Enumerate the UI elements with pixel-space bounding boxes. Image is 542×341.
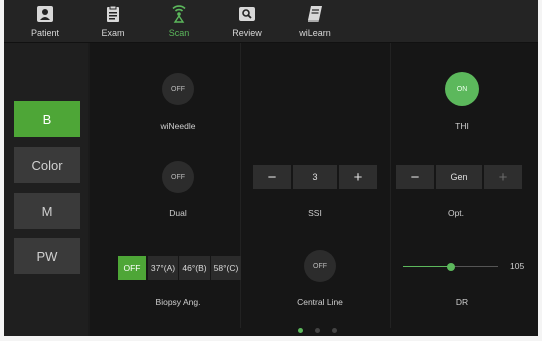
nav-scan[interactable]: Scan xyxy=(144,0,214,42)
ssi-stepper: − 3 + xyxy=(253,165,377,189)
dr-label: DR xyxy=(455,297,469,307)
column-divider xyxy=(240,43,241,328)
opt-decrease-button[interactable]: − xyxy=(396,165,434,189)
central-line-label: Central Line xyxy=(297,297,343,307)
top-navigation: Patient Exam Scan Review wiLearn xyxy=(4,0,538,43)
biopsy-option-b[interactable]: 46°(B) xyxy=(179,256,210,280)
dr-slider[interactable] xyxy=(403,259,498,275)
thi-toggle[interactable]: ON xyxy=(445,72,479,106)
nav-label: Exam xyxy=(101,28,125,38)
slider-thumb[interactable] xyxy=(446,263,455,271)
central-line-toggle[interactable]: OFF xyxy=(304,250,336,282)
opt-value: Gen xyxy=(436,165,482,189)
mode-m-button[interactable]: M xyxy=(14,193,80,229)
nav-label: Review xyxy=(232,28,262,38)
nav-label: Patient xyxy=(30,28,60,38)
column-divider xyxy=(390,43,391,328)
wineedle-label: wiNeedle xyxy=(160,121,196,131)
biopsy-angle-label: Biopsy Ang. xyxy=(155,297,201,307)
nav-label: wiLearn xyxy=(299,28,331,38)
dual-toggle[interactable]: OFF xyxy=(162,161,194,193)
nav-exam[interactable]: Exam xyxy=(78,0,148,42)
ssi-increase-button[interactable]: + xyxy=(339,165,377,189)
page-indicator xyxy=(298,328,348,334)
scan-controls-panel: OFF wiNeedle ON THI OFF Dual − 3 + SSI −… xyxy=(90,43,538,336)
opt-label: Opt. xyxy=(447,208,465,218)
ssi-value: 3 xyxy=(293,165,337,189)
wineedle-toggle[interactable]: OFF xyxy=(162,73,194,105)
nav-review[interactable]: Review xyxy=(212,0,282,42)
slider-fill xyxy=(403,266,451,267)
exam-icon xyxy=(107,5,119,22)
review-icon xyxy=(239,7,255,21)
page-dot[interactable] xyxy=(298,328,303,333)
patient-icon xyxy=(37,6,53,22)
scan-icon xyxy=(172,5,186,23)
biopsy-option-off[interactable]: OFF xyxy=(118,256,146,280)
thi-label: THI xyxy=(455,121,469,131)
dr-value: 105 xyxy=(510,261,525,271)
dual-label: Dual xyxy=(169,208,187,218)
ssi-decrease-button[interactable]: − xyxy=(253,165,291,189)
mode-pw-button[interactable]: PW xyxy=(14,238,80,274)
nav-wilearn[interactable]: wiLearn xyxy=(280,0,350,42)
book-icon xyxy=(308,6,322,22)
app-frame: Patient Exam Scan Review wiLearn B Color… xyxy=(4,0,538,336)
ssi-label: SSI xyxy=(308,208,322,218)
nav-patient[interactable]: Patient xyxy=(10,0,80,42)
page-dot[interactable] xyxy=(332,328,337,333)
biopsy-option-a[interactable]: 37°(A) xyxy=(148,256,178,280)
nav-label: Scan xyxy=(168,28,190,38)
page-dot[interactable] xyxy=(315,328,320,333)
mode-sidebar: B Color M PW xyxy=(4,43,88,336)
opt-increase-button[interactable]: + xyxy=(484,165,522,189)
biopsy-option-c[interactable]: 58°(C) xyxy=(211,256,241,280)
mode-b-button[interactable]: B xyxy=(14,101,80,137)
opt-stepper: − Gen + xyxy=(396,165,522,189)
mode-color-button[interactable]: Color xyxy=(14,147,80,183)
